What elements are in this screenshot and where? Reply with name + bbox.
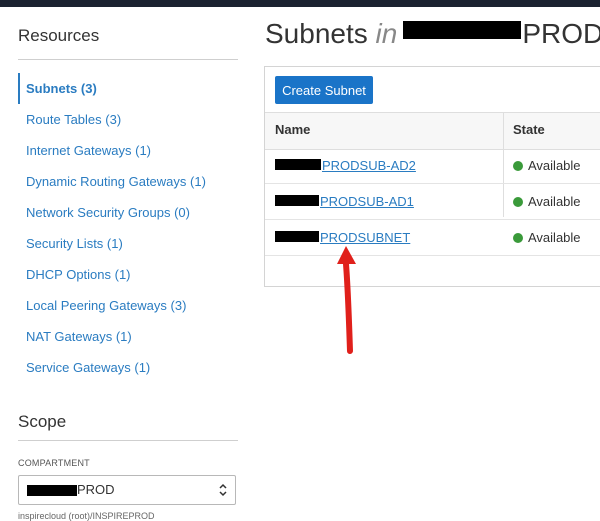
red-arrow-icon: [337, 246, 356, 354]
redaction-mark: [27, 485, 77, 497]
compartment-select[interactable]: PROD: [18, 475, 236, 505]
compartment-label: COMPARTMENT: [18, 458, 90, 468]
subnet-state: Available: [513, 184, 581, 219]
column-header-name[interactable]: Name: [275, 113, 310, 147]
sidebar-item-route-tables[interactable]: Route Tables (3): [18, 104, 238, 135]
subnet-link[interactable]: PRODSUB-AD2: [275, 148, 416, 183]
sidebar-item-network-security-groups[interactable]: Network Security Groups (0): [18, 197, 238, 228]
redaction-mark: [403, 21, 522, 39]
sidebar-item-nat-gateways[interactable]: NAT Gateways (1): [18, 321, 238, 352]
redaction-mark: [275, 195, 319, 206]
redaction-mark: [275, 159, 321, 170]
sidebar-item-internet-gateways[interactable]: Internet Gateways (1): [18, 135, 238, 166]
column-header-state[interactable]: State: [513, 113, 545, 147]
scope-divider: [18, 440, 238, 441]
table-row: PRODSUB-AD2 Available: [265, 148, 600, 184]
resources-heading: Resources: [18, 26, 100, 45]
sidebar-item-service-gateways[interactable]: Service Gateways (1): [18, 352, 238, 383]
status-available-icon: [513, 197, 523, 207]
table-row: PRODSUB-AD1 Available: [265, 184, 600, 220]
subnet-link[interactable]: PRODSUB-AD1: [275, 184, 414, 219]
resources-nav: Subnets (3) Route Tables (3) Internet Ga…: [18, 73, 238, 383]
sidebar-item-dhcp-options[interactable]: DHCP Options (1): [18, 259, 238, 290]
create-subnet-button[interactable]: Create Subnet: [275, 76, 373, 104]
status-available-icon: [513, 233, 523, 243]
resources-divider: [18, 59, 238, 60]
page-title: Subnets in PROD: [265, 18, 600, 49]
chevron-updown-icon: [219, 483, 227, 497]
scope-heading: Scope: [18, 412, 67, 431]
status-available-icon: [513, 161, 523, 171]
sidebar-item-security-lists[interactable]: Security Lists (1): [18, 228, 238, 259]
subnet-state: Available: [513, 220, 581, 255]
sidebar-item-subnets[interactable]: Subnets (3): [18, 73, 238, 104]
top-bar: [0, 0, 600, 7]
compartment-value: PROD: [27, 476, 115, 504]
sidebar-item-dynamic-routing-gateways[interactable]: Dynamic Routing Gateways (1): [18, 166, 238, 197]
subnet-state: Available: [513, 148, 581, 183]
table-header: Name State: [265, 112, 600, 150]
sidebar-item-local-peering-gateways[interactable]: Local Peering Gateways (3): [18, 290, 238, 321]
